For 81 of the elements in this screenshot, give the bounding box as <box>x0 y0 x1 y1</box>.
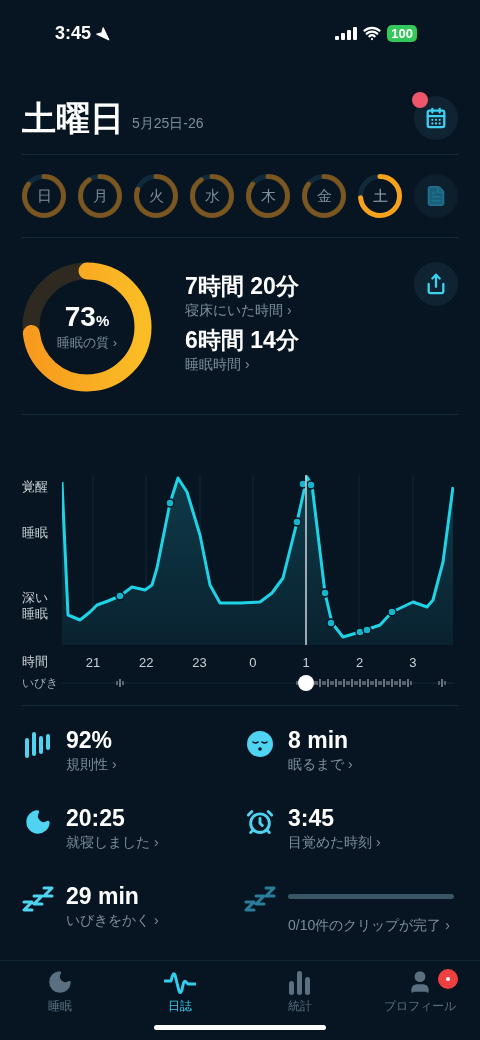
share-icon <box>425 273 447 295</box>
quality-link[interactable]: 睡眠の質 › <box>57 333 117 353</box>
metric-link[interactable]: 就寝しました › <box>66 832 232 852</box>
calendar-icon <box>425 107 447 129</box>
metric-value: 8 min <box>288 726 350 754</box>
stage-label: 深い睡眠 <box>22 590 49 622</box>
tab-item[interactable]: 日誌 <box>120 969 240 1019</box>
event-point <box>292 517 302 527</box>
snore-blip <box>438 678 446 688</box>
metric-value: 3:45 <box>288 804 336 832</box>
status-time: 3:45 <box>55 21 92 45</box>
hour-label: 21 <box>85 654 101 672</box>
event-point <box>362 625 372 635</box>
day-label: 土 <box>372 185 388 206</box>
day-label: 木 <box>260 185 276 206</box>
day-ring[interactable]: 土 <box>358 174 402 218</box>
event-point <box>320 588 330 598</box>
hour-label: 2 <box>355 654 364 672</box>
bars-icon <box>23 730 53 758</box>
moon-icon <box>47 969 73 995</box>
quality-unit: % <box>95 312 110 332</box>
duration-link[interactable]: 睡眠時間 › <box>185 354 414 374</box>
zzz-icon <box>22 886 54 914</box>
day-ring[interactable]: 月 <box>78 174 122 218</box>
duration-link[interactable]: 寝床にいた時間 › <box>185 300 414 320</box>
day-ring[interactable]: 木 <box>246 174 290 218</box>
metric-link[interactable]: いびきをかく › <box>66 910 232 930</box>
metric-value: 20:25 <box>66 804 126 832</box>
day-label: 火 <box>148 185 164 206</box>
day-ring[interactable]: 日 <box>22 174 66 218</box>
day-ring[interactable]: 金 <box>302 174 346 218</box>
metric-link[interactable]: 目覚めた時刻 › <box>288 832 454 852</box>
signal-icon <box>335 26 358 40</box>
timeline-handle[interactable] <box>298 675 314 691</box>
metric-link[interactable]: 眠るまで › <box>288 754 454 774</box>
duration-value: 7時間 20分 <box>185 272 300 300</box>
duration-value: 6時間 14分 <box>185 326 300 354</box>
day-ring[interactable]: 火 <box>134 174 178 218</box>
document-icon <box>425 185 447 207</box>
event-point <box>306 480 316 490</box>
day-label: 水 <box>204 185 220 206</box>
hour-label: 1 <box>302 654 310 672</box>
bar-chart-icon <box>287 969 313 995</box>
metric-value: 29 min <box>66 882 140 910</box>
day-ring[interactable]: 水 <box>190 174 234 218</box>
axis-title: 時間 <box>22 653 49 672</box>
metric-value: 92% <box>66 726 114 754</box>
alarm-clock-icon <box>246 808 274 836</box>
hour-label: 0 <box>249 654 257 672</box>
moon-icon <box>24 808 52 836</box>
wave-icon <box>164 969 196 995</box>
tab-item[interactable]: プロフィール <box>360 969 480 1019</box>
zzz-icon <box>244 886 276 914</box>
snore-blip <box>116 678 124 688</box>
date-range: 5月25日-26 <box>132 114 204 133</box>
battery-level: 100 <box>387 24 417 42</box>
tab-item[interactable]: 睡眠 <box>0 969 120 1019</box>
day-label: 日 <box>36 185 52 206</box>
hour-label: 3 <box>409 654 417 672</box>
event-point <box>298 479 308 489</box>
event-point <box>115 591 125 601</box>
day-title: 土曜日 <box>22 98 124 138</box>
sleeping-face-icon <box>246 730 274 758</box>
wifi-icon <box>363 24 382 42</box>
snore-label: いびき <box>22 675 59 691</box>
hour-label: 22 <box>139 654 154 672</box>
report-button[interactable] <box>414 174 458 218</box>
stage-label: 睡眠 <box>22 525 49 541</box>
quality-score: 73 <box>64 301 96 334</box>
metric-link[interactable]: 0/10件のクリップが完了 › <box>288 915 454 935</box>
location-icon <box>95 25 111 41</box>
tab-item[interactable]: 統計 <box>240 969 360 1019</box>
event-point <box>165 498 175 508</box>
day-label: 金 <box>316 185 332 206</box>
day-label: 月 <box>92 185 108 206</box>
event-point <box>326 618 336 628</box>
event-point <box>387 607 397 617</box>
stage-label: 覚醒 <box>22 479 49 495</box>
share-button[interactable] <box>414 262 458 306</box>
hour-label: 23 <box>192 654 207 672</box>
metric-link[interactable]: 規則性 › <box>66 754 232 774</box>
